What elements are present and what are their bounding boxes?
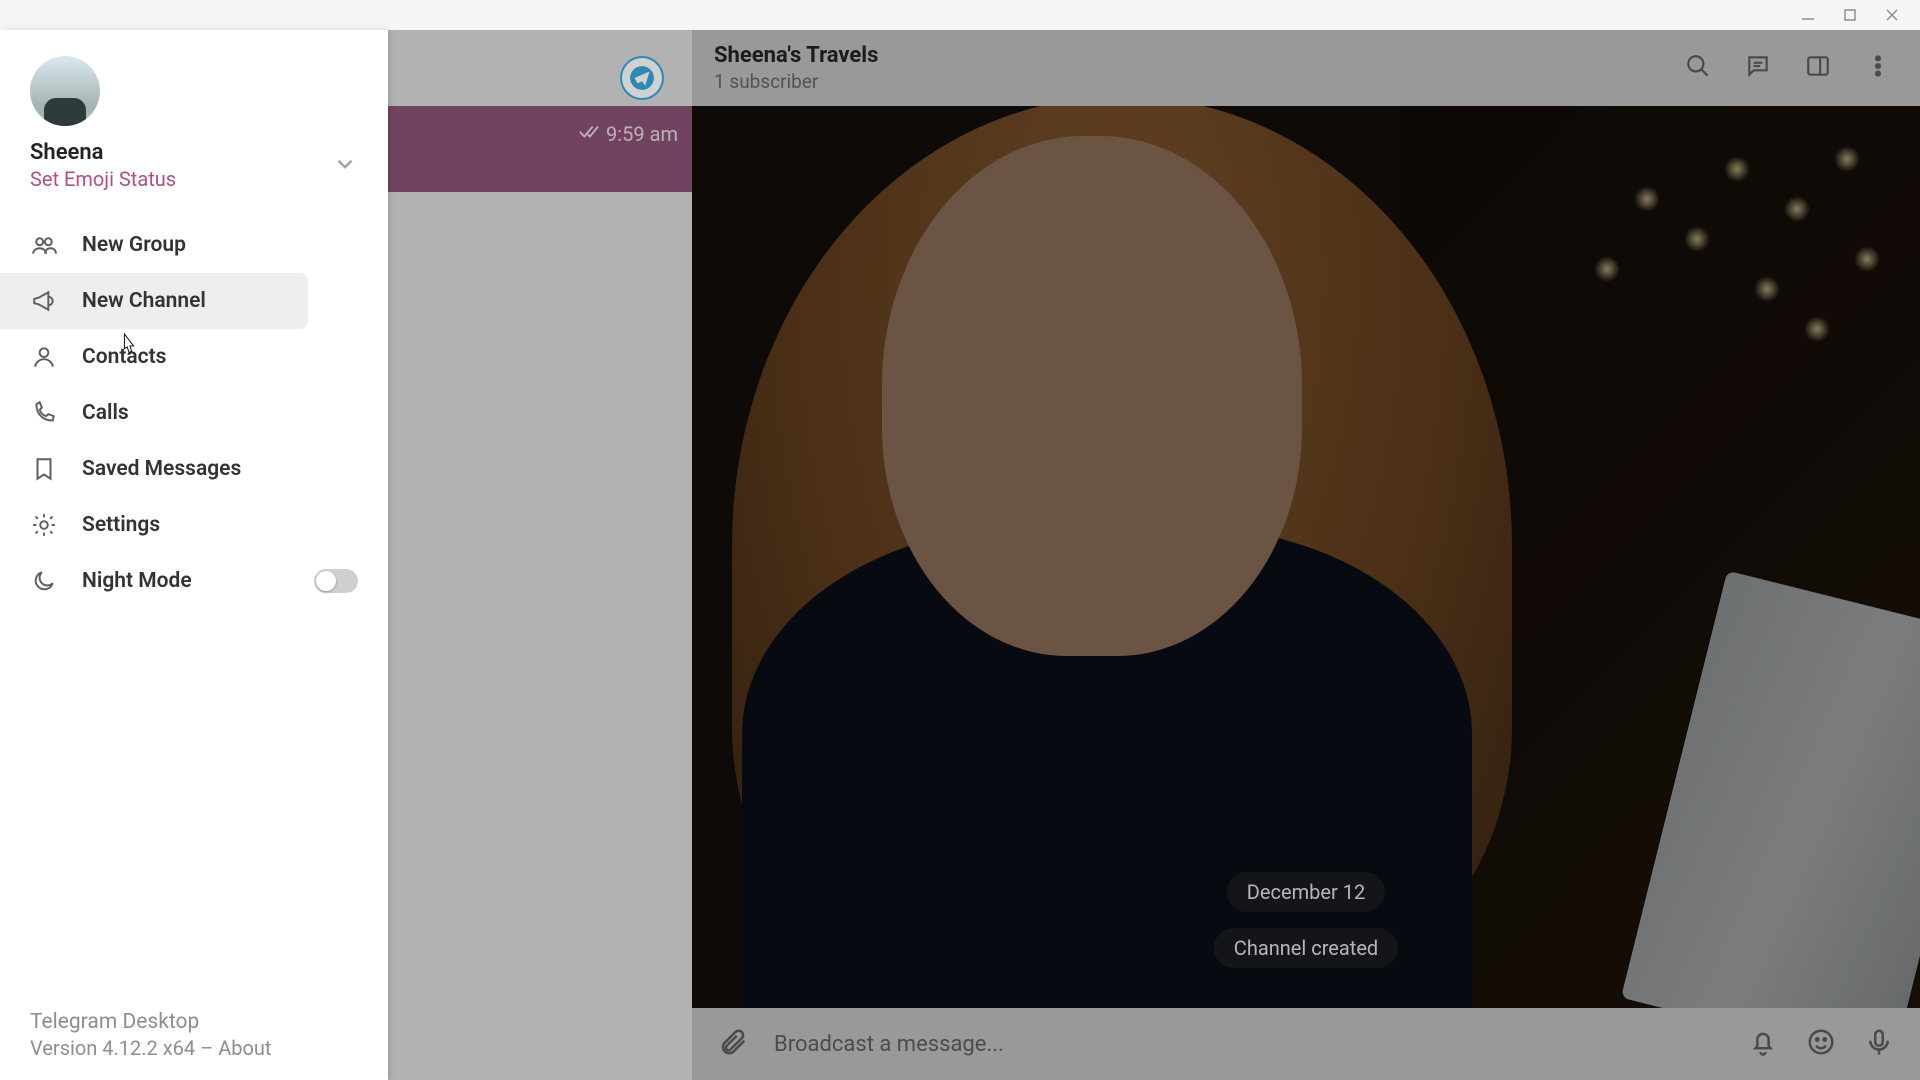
side-panel-button[interactable] — [1798, 48, 1838, 88]
chat-pane: Sheena's Travels 1 subscriber — [692, 30, 1920, 1080]
chat-row-time: 9:59 am — [578, 120, 678, 147]
chat-header[interactable]: Sheena's Travels 1 subscriber — [692, 30, 1920, 106]
chat-bubble-icon — [1745, 53, 1771, 83]
set-emoji-status-link[interactable]: Set Emoji Status — [30, 167, 176, 191]
search-button[interactable] — [1678, 48, 1718, 88]
menu-new-channel-label: New Channel — [82, 289, 206, 313]
main-menu-drawer: Sheena Set Emoji Status New Group New Ch… — [0, 30, 388, 1080]
bell-icon — [1748, 1027, 1778, 1061]
menu-night-mode[interactable]: Night Mode — [0, 553, 388, 609]
bookmark-icon — [30, 455, 58, 483]
chat-background: December 12 Channel created — [692, 106, 1920, 1008]
megaphone-icon — [30, 287, 58, 315]
gear-icon — [30, 511, 58, 539]
menu-saved-messages[interactable]: Saved Messages — [0, 441, 388, 497]
notifications-button[interactable] — [1746, 1027, 1780, 1061]
user-avatar[interactable] — [30, 56, 100, 126]
paperclip-icon — [718, 1027, 748, 1061]
group-icon — [30, 231, 58, 259]
app-name-label: Telegram Desktop — [30, 1010, 358, 1034]
chat-subtitle: 1 subscriber — [714, 70, 878, 93]
read-ticks-icon — [578, 120, 600, 147]
panel-icon — [1805, 53, 1831, 83]
window-close-button[interactable] — [1884, 7, 1900, 23]
drawer-footer: Telegram Desktop Version 4.12.2 x64 – Ab… — [0, 1010, 388, 1080]
window-maximize-button[interactable] — [1842, 7, 1858, 23]
menu-contacts[interactable]: Contacts — [0, 329, 388, 385]
menu-settings-label: Settings — [82, 513, 160, 537]
comments-button[interactable] — [1738, 48, 1778, 88]
menu-new-channel[interactable]: New Channel — [0, 273, 308, 329]
chat-title: Sheena's Travels — [714, 43, 878, 68]
user-name: Sheena — [30, 140, 176, 165]
voice-button[interactable] — [1862, 1027, 1896, 1061]
chat-row-time-text: 9:59 am — [606, 122, 678, 146]
menu-calls[interactable]: Calls — [0, 385, 388, 441]
app-window: 9:59 am Sheena Set Emoji Status — [0, 0, 1920, 1080]
kebab-icon — [1865, 53, 1891, 83]
menu-night-label: Night Mode — [82, 569, 192, 593]
phone-icon — [30, 399, 58, 427]
attach-button[interactable] — [716, 1027, 750, 1061]
drawer-menu: New Group New Channel Contacts Calls Sav… — [0, 217, 388, 609]
menu-new-group[interactable]: New Group — [0, 217, 388, 273]
channel-avatar-badge — [620, 56, 664, 100]
message-composer — [692, 1008, 1920, 1080]
window-minimize-button[interactable] — [1800, 7, 1816, 23]
window-titlebar — [0, 0, 1920, 30]
search-icon — [1685, 53, 1711, 83]
smile-icon — [1806, 1027, 1836, 1061]
moon-icon — [30, 567, 58, 595]
menu-new-group-label: New Group — [82, 233, 186, 257]
system-message: Channel created — [1214, 928, 1398, 968]
menu-contacts-label: Contacts — [82, 345, 166, 369]
night-mode-toggle[interactable] — [314, 569, 358, 593]
app-version-label[interactable]: Version 4.12.2 x64 – About — [30, 1036, 358, 1060]
message-input[interactable] — [774, 1032, 1722, 1057]
more-button[interactable] — [1858, 48, 1898, 88]
menu-saved-label: Saved Messages — [82, 457, 241, 481]
menu-calls-label: Calls — [82, 401, 129, 425]
menu-settings[interactable]: Settings — [0, 497, 388, 553]
date-pill: December 12 — [1227, 872, 1385, 912]
person-icon — [30, 343, 58, 371]
microphone-icon — [1864, 1027, 1894, 1061]
emoji-button[interactable] — [1804, 1027, 1838, 1061]
account-expand-button[interactable] — [332, 151, 358, 181]
